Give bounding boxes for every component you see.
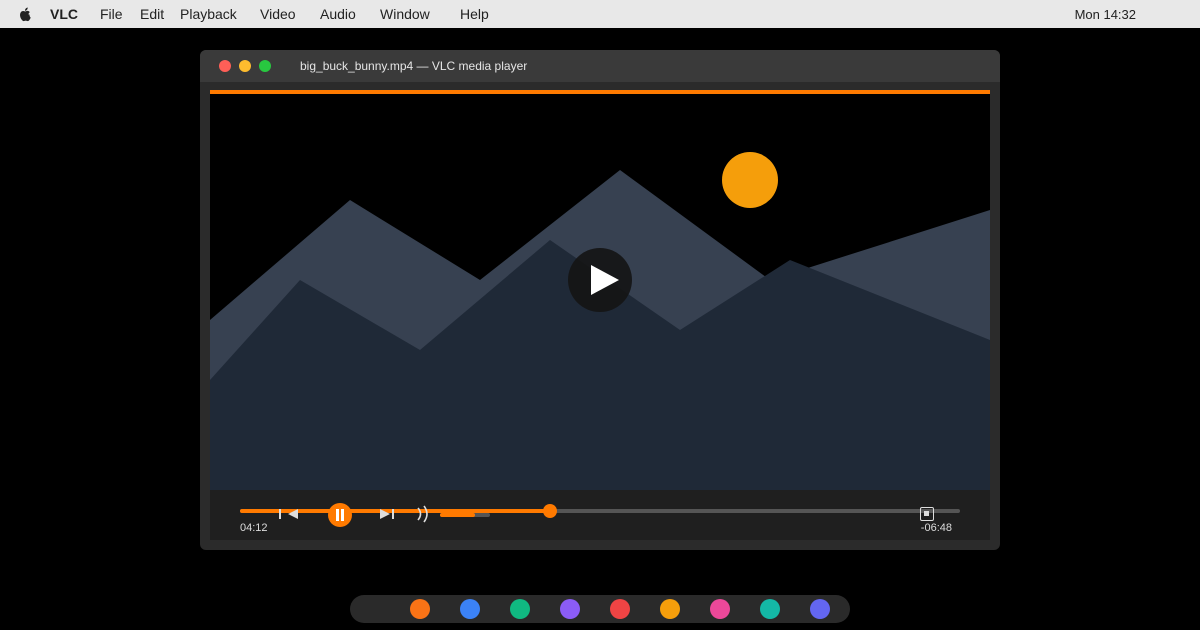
play-icon: [591, 265, 619, 295]
minimize-window-button[interactable]: [239, 60, 251, 72]
previous-button[interactable]: [278, 507, 302, 521]
control-bar: 04:12 -06:48: [210, 490, 990, 540]
pause-icon-bar-right: [341, 509, 344, 521]
big-play-button[interactable]: [568, 248, 632, 312]
seek-handle[interactable]: [542, 504, 557, 518]
app-icon-blue[interactable]: [460, 599, 480, 619]
menu-video[interactable]: Video: [260, 6, 296, 22]
title-bar[interactable]: big_buck_bunny.mp4 — VLC media player: [200, 50, 1000, 82]
next-button[interactable]: [378, 507, 398, 521]
pause-icon-bar-left: [336, 509, 339, 521]
app-icon-red[interactable]: [610, 599, 630, 619]
window-title: big_buck_bunny.mp4 — VLC media player: [300, 59, 528, 73]
video-area[interactable]: [210, 90, 990, 490]
elapsed-time: 04:12: [240, 522, 268, 534]
app-name-menu[interactable]: VLC: [50, 6, 78, 22]
remaining-time[interactable]: -06:48: [921, 522, 952, 534]
volume-slider[interactable]: [440, 513, 490, 517]
volume-level: [440, 513, 475, 517]
maximize-window-button[interactable]: [259, 60, 271, 72]
volume-icon[interactable]: [416, 505, 436, 523]
fullscreen-icon: [924, 511, 929, 516]
close-window-button[interactable]: [219, 60, 231, 72]
app-icon-pink[interactable]: [710, 599, 730, 619]
menu-bar: VLC File Edit Playback Video Audio Windo…: [0, 0, 1200, 28]
pause-button[interactable]: [328, 503, 352, 527]
vlc-window: big_buck_bunny.mp4 — VLC media player 04…: [200, 50, 1000, 550]
app-icon-indigo[interactable]: [810, 599, 830, 619]
top-accent-bar: [210, 90, 990, 94]
dock: [350, 595, 850, 623]
menu-audio[interactable]: Audio: [320, 6, 356, 22]
fullscreen-button[interactable]: [920, 507, 934, 521]
app-icon-orange[interactable]: [410, 599, 430, 619]
app-icon-teal[interactable]: [760, 599, 780, 619]
app-icon-amber[interactable]: [660, 599, 680, 619]
menu-edit[interactable]: Edit: [140, 6, 164, 22]
menu-window[interactable]: Window: [380, 6, 430, 22]
app-icon-purple[interactable]: [560, 599, 580, 619]
menu-clock[interactable]: Mon 14:32: [1075, 7, 1136, 22]
apple-icon[interactable]: [18, 6, 32, 22]
menu-file[interactable]: File: [100, 6, 123, 22]
menu-playback[interactable]: Playback: [180, 6, 237, 22]
menu-help[interactable]: Help: [460, 6, 489, 22]
sun-shape: [722, 152, 778, 208]
app-icon-green[interactable]: [510, 599, 530, 619]
